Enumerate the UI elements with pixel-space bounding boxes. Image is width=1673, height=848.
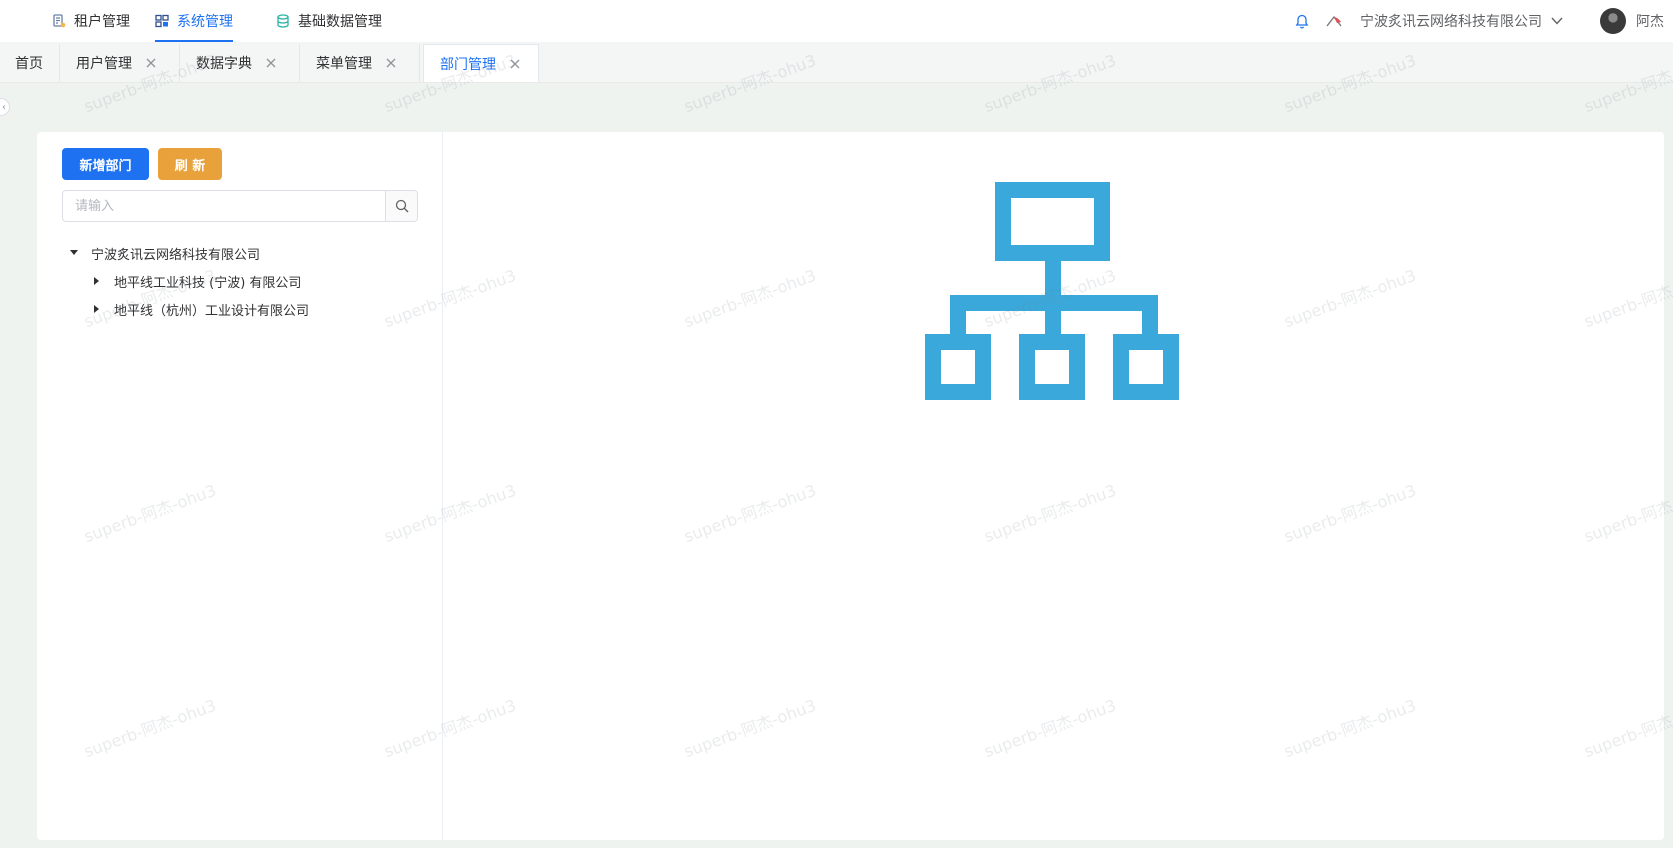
menu-system-label: 系统管理 (177, 14, 233, 30)
menu-tenant-management[interactable]: 租户管理 (52, 0, 130, 42)
close-icon[interactable] (264, 56, 278, 70)
search-icon[interactable] (385, 191, 417, 221)
caret-right-icon[interactable] (92, 305, 102, 313)
refresh-button[interactable]: 刷 新 (158, 148, 222, 180)
tab-menu-management-label: 菜单管理 (316, 56, 372, 72)
theme-skin-icon[interactable] (1325, 0, 1343, 42)
tab-data-dictionary[interactable]: 数据字典 (180, 44, 300, 82)
user-menu[interactable]: 阿杰 (1600, 0, 1664, 42)
tree-node-label: 地平线工业科技 (宁波) 有限公司 (114, 275, 302, 291)
close-icon[interactable] (508, 57, 522, 71)
org-chart-icon (925, 182, 1179, 400)
search-input[interactable] (63, 191, 385, 221)
department-panel: 新增部门 刷 新 宁波炙讯云网络科技有限公司 地平线工业科技 (宁波) 有限公司… (37, 132, 1664, 840)
add-department-button[interactable]: 新增部门 (62, 148, 149, 180)
menu-basic-data-management[interactable]: 基础数据管理 (276, 0, 382, 42)
tab-data-dictionary-label: 数据字典 (196, 56, 252, 72)
avatar (1600, 8, 1626, 34)
system-grid-icon (155, 14, 169, 28)
menu-basic-data-label: 基础数据管理 (298, 14, 382, 30)
chevron-down-icon (1550, 16, 1564, 26)
caret-down-icon[interactable] (69, 250, 79, 256)
company-name: 宁波炙讯云网络科技有限公司 (1360, 14, 1542, 30)
menu-system-management[interactable]: 系统管理 (155, 0, 233, 42)
department-tree-pane: 新增部门 刷 新 宁波炙讯云网络科技有限公司 地平线工业科技 (宁波) 有限公司… (37, 132, 443, 840)
menu-tenant-label: 租户管理 (74, 14, 130, 30)
department-search (62, 190, 418, 222)
tree-node-label: 地平线（杭州）工业设计有限公司 (114, 303, 310, 319)
tab-user-management[interactable]: 用户管理 (60, 44, 180, 82)
tree-node-child[interactable]: 地平线（杭州）工业设计有限公司 (92, 297, 309, 321)
tab-user-management-label: 用户管理 (76, 56, 132, 72)
sidebar-toggle-icon[interactable]: ‹ (0, 98, 10, 116)
user-name: 阿杰 (1636, 14, 1664, 30)
tabs-bar: ‹ 首页 用户管理 数据字典 菜单管理 部门管理 (0, 42, 1673, 116)
close-icon[interactable] (144, 56, 158, 70)
tree-node-root[interactable]: 宁波炙讯云网络科技有限公司 (69, 241, 260, 265)
tab-home-label: 首页 (15, 56, 43, 72)
caret-right-icon[interactable] (92, 277, 102, 285)
tab-menu-management[interactable]: 菜单管理 (300, 44, 420, 82)
company-switcher[interactable]: 宁波炙讯云网络科技有限公司 (1360, 0, 1564, 42)
tab-department-management[interactable]: 部门管理 (423, 44, 539, 82)
tenant-icon (52, 14, 66, 28)
database-icon (276, 14, 290, 28)
tree-node-label: 宁波炙讯云网络科技有限公司 (91, 247, 261, 263)
notification-bell-icon[interactable] (1295, 0, 1309, 42)
close-icon[interactable] (384, 56, 398, 70)
top-navbar: 租户管理 系统管理 基础数据管理 宁波炙讯云网络科技有限公司 阿杰 (0, 0, 1673, 43)
tab-department-management-label: 部门管理 (440, 56, 496, 73)
tree-node-child[interactable]: 地平线工业科技 (宁波) 有限公司 (92, 269, 301, 293)
tab-home[interactable]: 首页 (0, 44, 60, 82)
